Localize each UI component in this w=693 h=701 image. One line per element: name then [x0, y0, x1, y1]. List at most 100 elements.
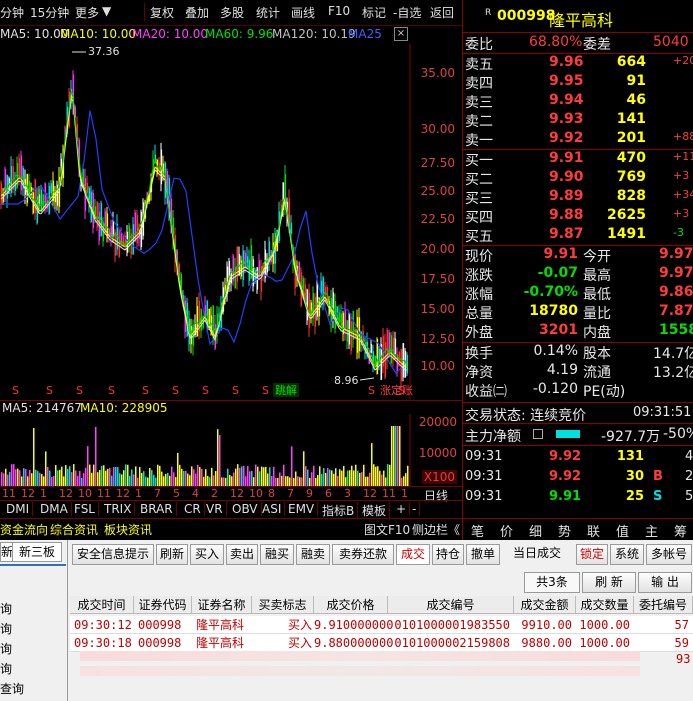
tick-price: 9.92 — [549, 469, 582, 484]
asks-row: 卖五 9.96 664 +20 — [463, 54, 693, 73]
table-cell: 9.910000000 — [314, 618, 394, 632]
bids-price: 9.88 — [549, 207, 584, 223]
quote-label: 涨跌 — [465, 268, 493, 284]
ma250-label: MA25 — [348, 27, 382, 41]
date-tick: 7 — [287, 487, 294, 500]
tick-flag: S — [653, 489, 663, 504]
quote-label: 今开 — [583, 249, 611, 265]
price-tick: 20.00 — [420, 242, 455, 256]
ma10-label: MA10: 10.00 — [60, 27, 137, 41]
indicator-tab[interactable]: BRAR — [140, 502, 177, 516]
date-tick: 12 — [59, 487, 73, 500]
indicator-tabs: DMI DMA FSL TRIX BRAR CR VR OBV ASI EMV 指标B 模板 + - — [0, 500, 462, 519]
indicator-tab[interactable]: FSL — [74, 502, 99, 516]
stock-name: 隆平高科 — [549, 11, 614, 30]
bids-price: 9.90 — [549, 169, 584, 185]
main-flow-label: 主力净额 — [465, 429, 521, 445]
date-tick: 9 — [306, 487, 313, 500]
indicator-tab[interactable]: ASI — [262, 502, 286, 516]
tab-news[interactable]: 综合资讯 — [50, 521, 98, 538]
high-note: 37.36 — [88, 45, 120, 58]
quote-label: 内盘 — [583, 325, 611, 341]
volume-axis: 20000 10000 X100 — [411, 414, 461, 486]
indicator-tab[interactable]: + — [396, 502, 411, 516]
vol-tick: 20000 — [418, 415, 457, 429]
close-icon[interactable]: × — [394, 27, 408, 41]
bids-change: +3 — [673, 207, 690, 220]
indicator-tab[interactable]: - — [412, 502, 421, 516]
indicator-tab[interactable]: VR — [206, 502, 227, 516]
indicator-tab[interactable]: EMV — [288, 502, 319, 516]
date-tick: 4 — [192, 487, 199, 500]
tab-fund-flow[interactable]: 资金流向 — [0, 521, 48, 538]
info-label: 股本 — [583, 346, 611, 362]
tab-f10[interactable]: 图文F10 — [364, 521, 410, 538]
bids-volume: 470 — [616, 150, 646, 166]
info-value: 13.2亿 — [653, 365, 693, 381]
tab-sidebar[interactable]: 侧边栏《 — [412, 521, 460, 538]
bid-book: 买一 9.91 470 +11 买二 9.90 769 +3 买三 9.89 828 +34 买四 9.8… — [463, 149, 693, 245]
stock-code: 000998 — [497, 8, 556, 24]
table-cell: 隆平高科 — [196, 636, 245, 650]
quote-value: -0.07 — [537, 265, 578, 281]
quote-label: 现价 — [465, 249, 493, 265]
date-tick: 10 — [249, 487, 263, 500]
detail-tab[interactable]: 笔 — [471, 521, 484, 540]
indicator-tab[interactable]: TRIX — [104, 502, 136, 516]
quote-value: -0.70% — [523, 284, 578, 300]
signal-s: S — [142, 384, 149, 397]
tab-sector-news[interactable]: 板块资讯 — [104, 521, 152, 538]
detail-tabs: 笔价细势联值主筹 — [463, 518, 693, 540]
trade-table-body: 09:30:12 000998 隆平高科 买入 9.910000000 010100000… — [0, 540, 693, 701]
volume-legend: MA5: 214767 MA10: 228905 — [0, 400, 462, 415]
date-tick: 11 — [97, 487, 111, 500]
detail-tab[interactable]: 细 — [529, 521, 542, 540]
date-tick: 7 — [154, 487, 161, 500]
indicator-tab[interactable]: OBV — [232, 502, 262, 516]
signal-s: S — [46, 384, 53, 397]
detail-tab[interactable]: 值 — [616, 521, 629, 540]
asks-row: 卖一 9.92 201 +88 — [463, 130, 693, 149]
date-tick: 1 — [40, 487, 47, 500]
indicator-tab[interactable]: DMI — [6, 502, 34, 516]
r-badge: R — [485, 8, 492, 18]
indicator-tab[interactable]: CR — [184, 502, 205, 516]
detail-tab[interactable]: 筹 — [674, 521, 687, 540]
asks-volume: 91 — [626, 73, 646, 89]
list-icon[interactable] — [533, 429, 543, 439]
flow-bar — [556, 430, 580, 438]
indicator-tab[interactable]: 模板 — [362, 502, 391, 519]
detail-tab[interactable]: 联 — [587, 521, 600, 540]
info-value: -0.120 — [532, 381, 578, 397]
candles — [0, 70, 409, 391]
asks-label: 卖四 — [465, 76, 493, 92]
table-cell: 000998 — [138, 618, 182, 632]
asks-price: 9.92 — [549, 130, 584, 146]
ma60-label: MA60: 9.96 — [205, 27, 274, 41]
detail-tab[interactable]: 主 — [645, 521, 658, 540]
tick-extra: 5 — [685, 489, 693, 504]
detail-tab[interactable]: 势 — [558, 521, 571, 540]
info-row: 收益㈡ -0.120 PE(动) — [463, 381, 693, 400]
bids-volume: 828 — [616, 188, 646, 204]
info-value: 0.14% — [533, 343, 578, 359]
quote-value: 15587 — [659, 322, 693, 338]
bids-price: 9.87 — [549, 226, 584, 242]
bids-volume: 2625 — [607, 207, 646, 223]
date-tick: 11 — [2, 487, 16, 500]
tick-volume: 25 — [625, 489, 644, 504]
detail-tab[interactable]: 价 — [500, 521, 513, 540]
asks-price: 9.93 — [549, 111, 584, 127]
quote-row: 涨跌 -0.07 最高 9.97 — [463, 265, 693, 284]
bids-label: 买五 — [465, 229, 493, 245]
trade-status-row: 交易状态: 连续竞价 09:31:51 — [463, 402, 693, 424]
table-cell: 买入 — [287, 618, 312, 632]
indicator-tab[interactable]: 指标B — [322, 502, 359, 519]
tick-price: 9.92 — [549, 449, 582, 464]
quote-panel: R 000998 隆平高科 委比 68.80% 委差 5040 卖五 9.96 66… — [462, 0, 693, 540]
signal-s: S — [262, 384, 269, 397]
indicator-tab[interactable]: DMA — [40, 502, 72, 516]
signal-s: S — [108, 384, 115, 397]
quote-label: 最高 — [583, 268, 611, 284]
table-cell: 09:30:12 — [74, 618, 132, 632]
